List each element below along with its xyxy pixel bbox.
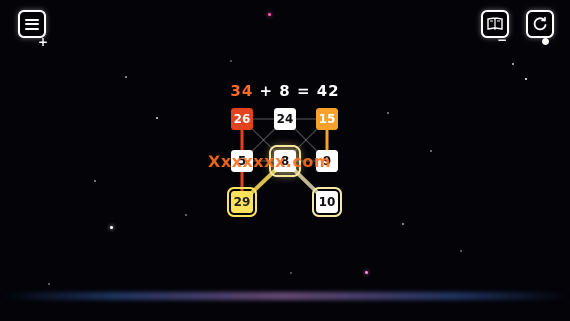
tile-24[interactable]: 24	[274, 108, 296, 130]
tile-10[interactable]: 10	[312, 187, 342, 217]
tile-15[interactable]: 15	[316, 108, 338, 130]
tile-26[interactable]: 26	[231, 108, 253, 130]
tile-29[interactable]: 29	[227, 187, 257, 217]
watermark-text: Xxxxxxx.com	[208, 152, 331, 171]
